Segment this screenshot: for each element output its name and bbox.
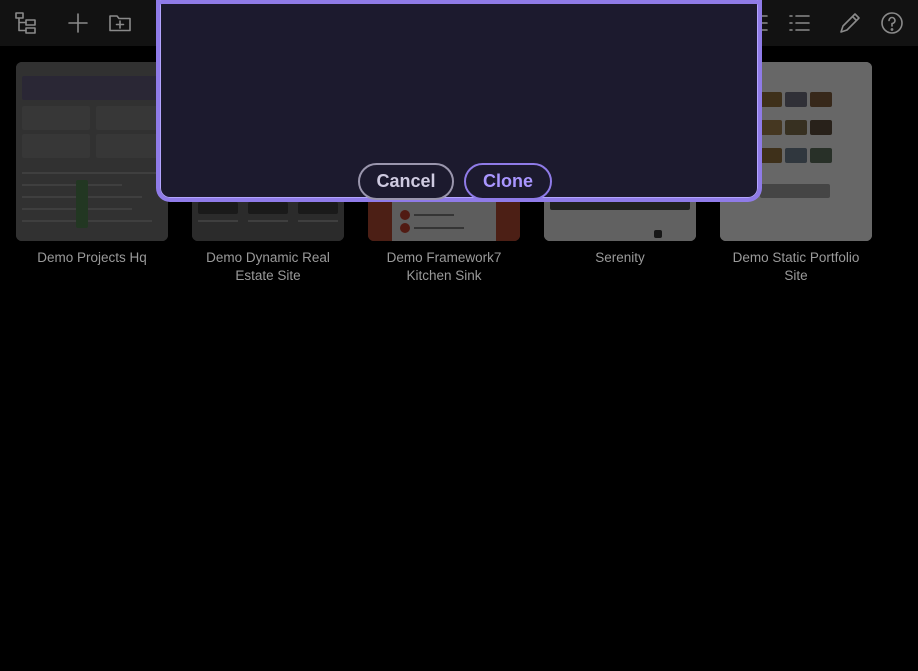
clone-dialog-top-border (156, 0, 762, 6)
plus-icon[interactable] (63, 8, 93, 38)
project-thumbnail[interactable] (16, 62, 168, 241)
project-card[interactable]: Demo Projects Hq (16, 62, 168, 267)
new-folder-icon[interactable] (105, 8, 135, 38)
cancel-button[interactable]: Cancel (358, 163, 454, 200)
project-title[interactable]: Demo Projects Hq (16, 249, 168, 267)
edit-pencil-icon[interactable] (835, 8, 865, 38)
site-tree-icon[interactable] (11, 8, 41, 38)
help-icon[interactable] (877, 8, 907, 38)
project-title[interactable]: Demo Static Portfolio Site (720, 249, 872, 285)
project-title[interactable]: Serenity (544, 249, 696, 267)
list-view-icon[interactable] (784, 8, 814, 38)
project-title[interactable]: Demo Dynamic Real Estate Site (192, 249, 344, 285)
project-title[interactable]: Demo Framework7 Kitchen Sink (368, 249, 520, 285)
clone-button[interactable]: Clone (464, 163, 552, 200)
clone-dialog (156, 0, 762, 202)
